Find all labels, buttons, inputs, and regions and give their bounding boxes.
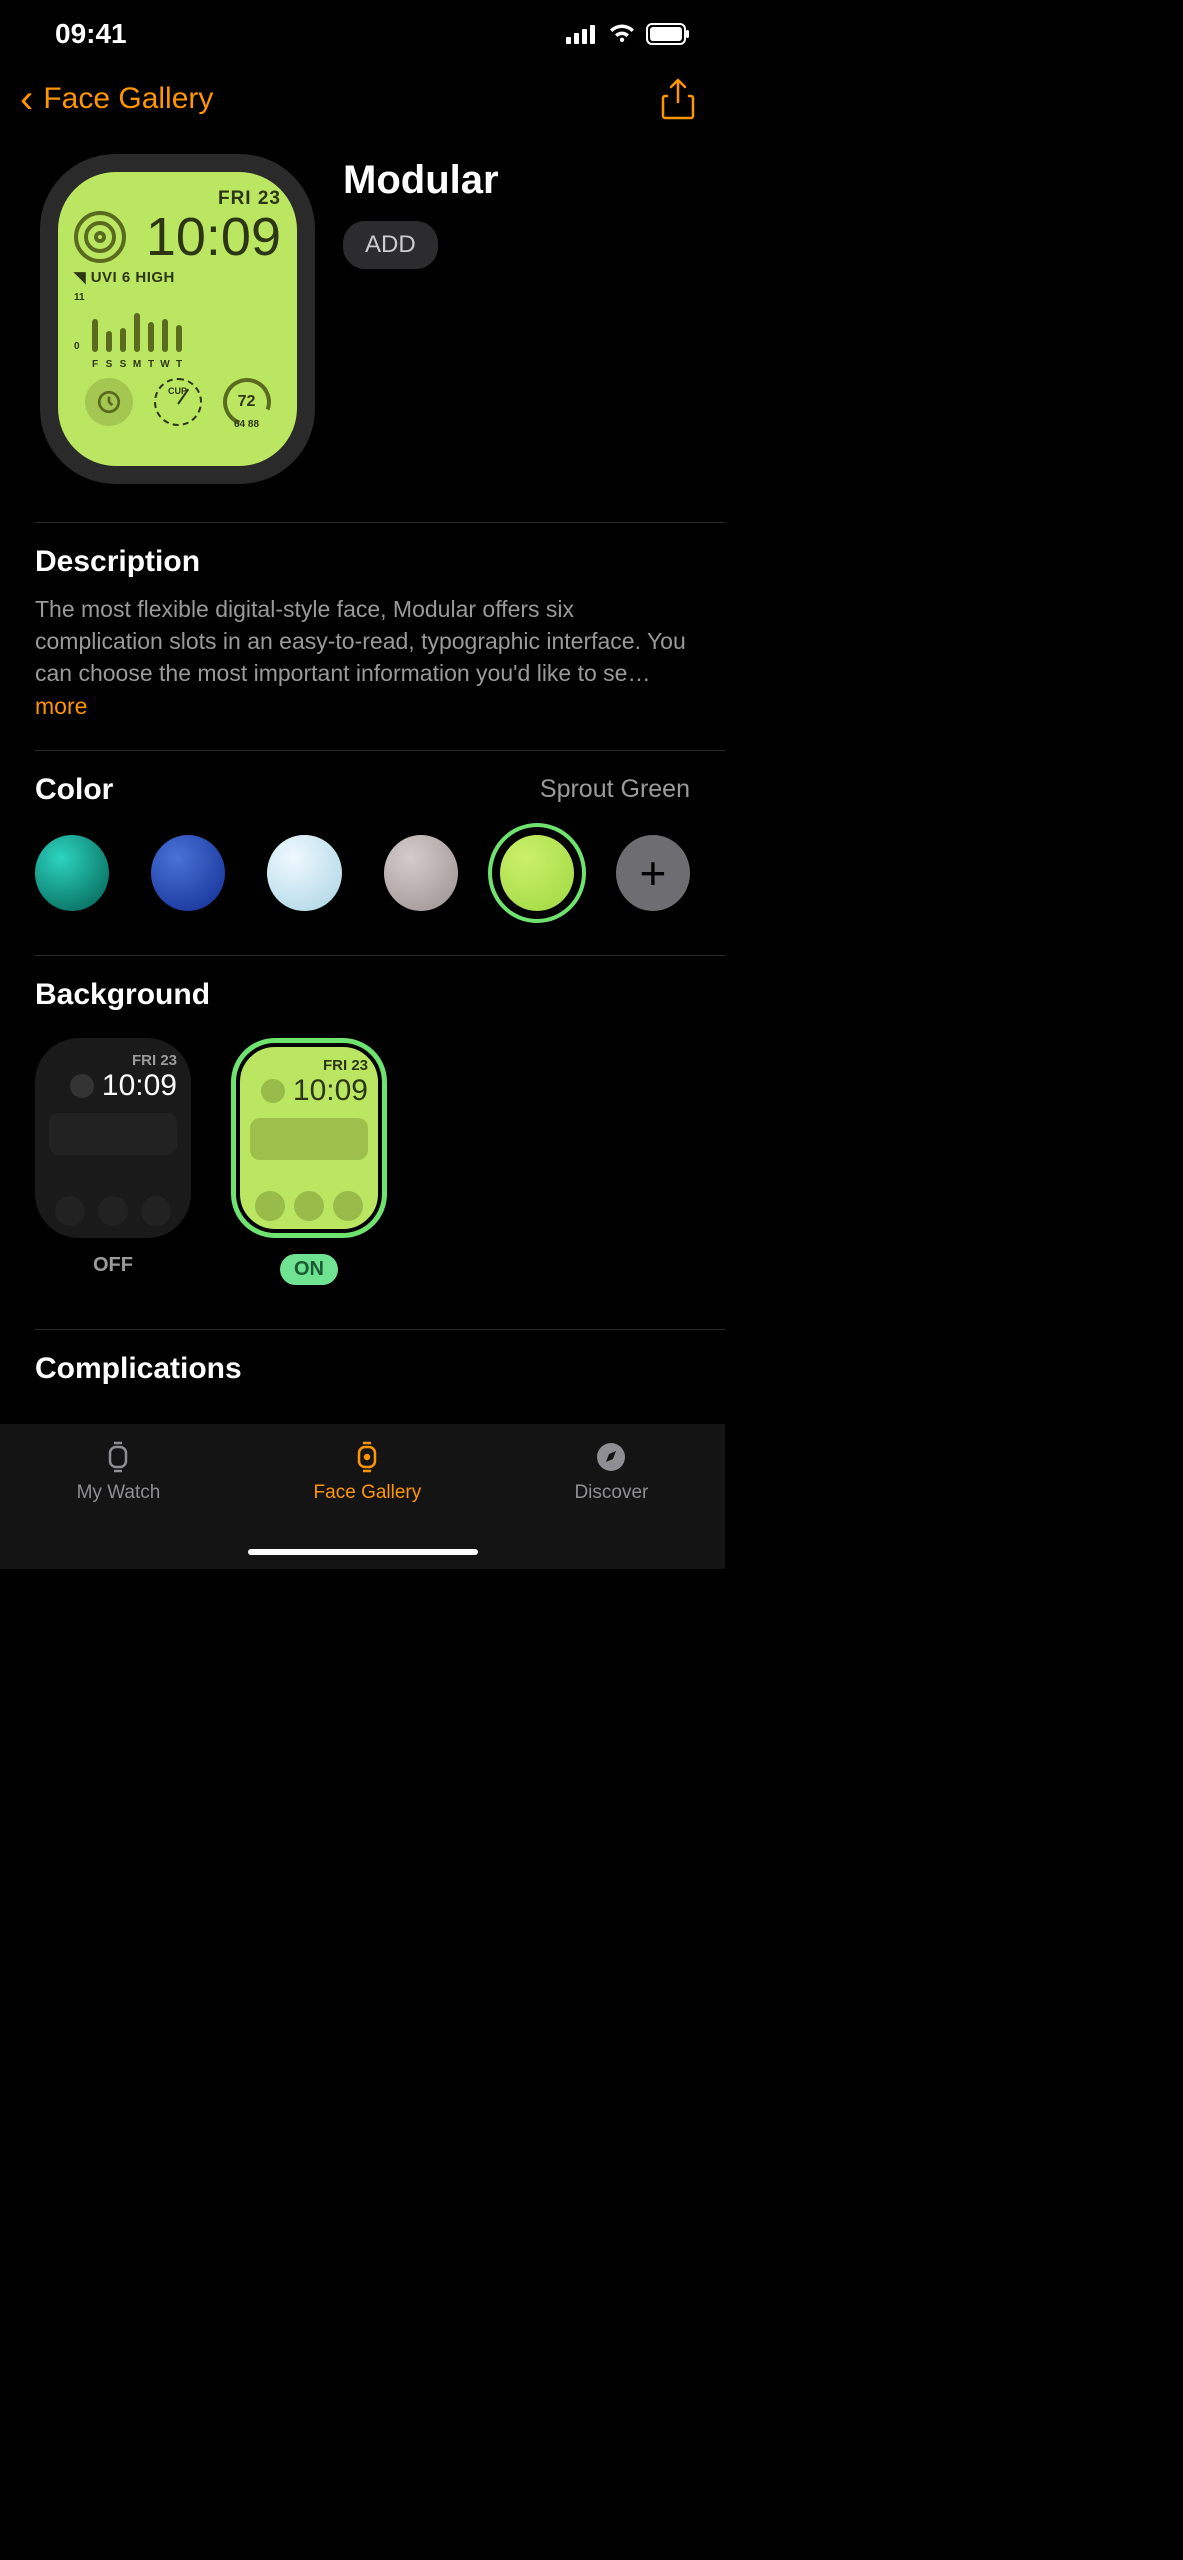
description-heading: Description <box>35 545 690 579</box>
tab-face-gallery[interactable]: Face Gallery <box>314 1440 422 1504</box>
tab-label: My Watch <box>77 1482 161 1504</box>
color-section: Color Sprout Green + <box>0 751 725 921</box>
face-header: FRI 23 10:09 ◥ UVI 6 HIGH 110 F S S M T … <box>0 134 725 504</box>
background-option-off[interactable]: FRI 23 10:09 OFF <box>35 1038 191 1285</box>
cellular-icon <box>566 24 598 44</box>
watch-face-icon <box>350 1440 384 1474</box>
watch-preview: FRI 23 10:09 ◥ UVI 6 HIGH 110 F S S M T … <box>40 154 315 484</box>
complications-section: Complications <box>0 1330 725 1396</box>
background-option-on[interactable]: FRI 23 10:09 ON <box>231 1038 387 1285</box>
watch-icon <box>101 1440 135 1474</box>
background-section: Background FRI 23 10:09 OFF FRI 23 10:09… <box>0 956 725 1295</box>
battery-icon <box>646 23 690 45</box>
preview-uvi: ◥ UVI 6 HIGH <box>74 268 281 286</box>
chevron-left-icon: ‹ <box>20 79 33 119</box>
timer-icon <box>85 378 133 426</box>
watch-face: FRI 23 10:09 ◥ UVI 6 HIGH 110 F S S M T … <box>58 172 297 466</box>
preview-chart: 110 F S S M T W T <box>74 292 281 352</box>
tab-discover[interactable]: Discover <box>574 1440 648 1504</box>
add-button[interactable]: ADD <box>343 221 438 269</box>
color-swatch[interactable] <box>384 835 458 911</box>
complications-heading: Complications <box>35 1352 690 1386</box>
color-swatch[interactable] <box>35 835 109 911</box>
color-selected-label: Sprout Green <box>540 775 690 804</box>
compass-icon <box>594 1440 628 1474</box>
back-button[interactable]: ‹ Face Gallery <box>20 79 213 119</box>
compass-icon: CUP <box>154 378 202 426</box>
tab-my-watch[interactable]: My Watch <box>77 1440 161 1504</box>
nav-bar: ‹ Face Gallery <box>0 60 725 134</box>
color-swatch[interactable] <box>151 835 225 911</box>
background-off-label: OFF <box>93 1254 133 1277</box>
tab-bar: My Watch Face Gallery Discover <box>0 1424 725 1569</box>
status-time: 09:41 <box>55 18 127 50</box>
tab-label: Discover <box>574 1482 648 1504</box>
face-title: Modular <box>343 158 690 203</box>
weather-icon: 7264 88 <box>223 378 271 426</box>
home-indicator <box>248 1549 478 1555</box>
color-swatch-selected[interactable] <box>500 835 574 911</box>
share-icon[interactable] <box>661 78 695 120</box>
wifi-icon <box>608 23 636 45</box>
color-swatch[interactable] <box>267 835 341 911</box>
description-text: The most flexible digital-style face, Mo… <box>35 593 690 722</box>
status-bar: 09:41 <box>0 0 725 60</box>
color-heading: Color <box>35 773 113 807</box>
background-heading: Background <box>35 978 690 1012</box>
tab-label: Face Gallery <box>314 1482 422 1504</box>
mini-watch-on: FRI 23 10:09 <box>231 1038 387 1238</box>
add-color-button[interactable]: + <box>616 835 690 911</box>
preview-time: 10:09 <box>146 210 281 264</box>
activity-rings-icon <box>74 211 126 263</box>
color-swatches: + <box>35 835 690 911</box>
mini-watch-off: FRI 23 10:09 <box>35 1038 191 1238</box>
back-label: Face Gallery <box>43 82 213 116</box>
status-right <box>566 23 690 45</box>
description-section: Description The most flexible digital-st… <box>0 523 725 732</box>
more-button[interactable]: more <box>35 693 87 719</box>
background-on-label: ON <box>280 1254 338 1285</box>
